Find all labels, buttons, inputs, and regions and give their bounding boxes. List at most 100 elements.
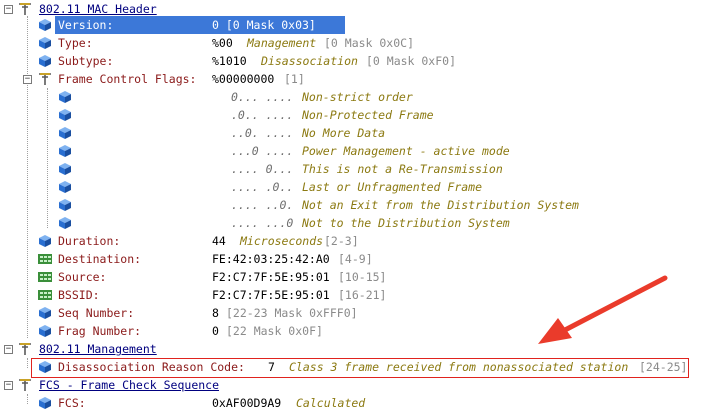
cube-icon bbox=[38, 18, 52, 32]
flag-text: Last or Unfragmented Frame bbox=[302, 180, 483, 194]
field-range: [10-15] bbox=[338, 270, 387, 284]
cube-icon bbox=[38, 324, 52, 338]
flag-row[interactable]: ...0 .... Power Management - active mode bbox=[0, 142, 721, 160]
field-seq-number[interactable]: Seq Number: 8 [22-23 Mask 0xFFF0] bbox=[0, 304, 721, 322]
field-range: [22 Mask 0x0F] bbox=[226, 324, 323, 338]
field-name: Version: bbox=[58, 18, 114, 32]
field-name: Subtype: bbox=[58, 54, 114, 68]
tree-node-fcs[interactable]: − FCS - Frame Check Sequence bbox=[0, 376, 721, 394]
collapse-toggle[interactable]: − bbox=[4, 5, 13, 14]
field-type[interactable]: Type: %00 Management [0 Mask 0x0C] bbox=[0, 34, 721, 52]
section-title: FCS - Frame Check Sequence bbox=[39, 378, 220, 392]
cube-icon bbox=[38, 396, 52, 410]
flag-bits: .0.. .... bbox=[231, 108, 294, 122]
field-value: FE:42:03:25:42:A0 bbox=[212, 252, 330, 266]
flag-row[interactable]: .... ..0. Not an Exit from the Distribut… bbox=[0, 196, 721, 214]
field-description: Class 3 frame received from nonassociate… bbox=[289, 360, 629, 374]
field-range: [0 Mask 0x0C] bbox=[324, 36, 415, 50]
collapse-toggle[interactable]: − bbox=[23, 75, 32, 84]
flag-text: This is not a Re-Transmission bbox=[302, 162, 503, 176]
field-name: Frame Control Flags: bbox=[58, 72, 197, 86]
field-version[interactable]: Version: 0 [0 Mask 0x03] bbox=[0, 16, 721, 34]
flag-row[interactable]: .... 0... This is not a Re-Transmission bbox=[0, 160, 721, 178]
field-name: FCS: bbox=[58, 396, 86, 410]
branch-icon bbox=[18, 378, 32, 392]
field-description: Calculated bbox=[296, 396, 366, 410]
field-value: 8 bbox=[212, 306, 219, 320]
field-value: %00000000 bbox=[212, 72, 275, 86]
flag-bits: .... 0... bbox=[231, 162, 294, 176]
tree-node-frame-control-flags[interactable]: − Frame Control Flags: %00000000 [1] bbox=[0, 70, 721, 88]
network-address-icon bbox=[37, 288, 52, 302]
flag-row[interactable]: ..0. .... No More Data bbox=[0, 124, 721, 142]
tree-node-management[interactable]: − 802.11 Management bbox=[0, 340, 721, 358]
field-description: Microseconds bbox=[240, 234, 324, 248]
field-value: 0 [0 Mask 0x03] bbox=[212, 18, 316, 32]
flag-bits: .... ...0 bbox=[231, 216, 294, 230]
field-name: Duration: bbox=[58, 234, 121, 248]
field-value: %00 bbox=[212, 36, 233, 50]
field-range: [1] bbox=[284, 72, 305, 86]
flag-text: Non-Protected Frame bbox=[302, 108, 434, 122]
branch-icon bbox=[18, 342, 32, 356]
flag-row[interactable]: .... ...0 Not to the Distribution System bbox=[0, 214, 721, 232]
field-value: F2:C7:7F:5E:95:01 bbox=[212, 270, 330, 284]
cube-icon bbox=[58, 198, 72, 212]
branch-icon bbox=[38, 72, 52, 86]
cube-icon bbox=[58, 126, 72, 140]
field-value: 7 bbox=[268, 360, 275, 374]
field-range: [0 Mask 0xF0] bbox=[366, 54, 457, 68]
flag-bits: .... .0.. bbox=[231, 180, 294, 194]
collapse-toggle[interactable]: − bbox=[4, 381, 13, 390]
network-address-icon bbox=[37, 252, 52, 266]
field-range: [24-25] bbox=[639, 360, 688, 374]
cube-icon bbox=[38, 360, 52, 374]
field-value: %1010 bbox=[212, 54, 247, 68]
flag-bits: .... ..0. bbox=[231, 198, 294, 212]
flag-row[interactable]: 0... .... Non-strict order bbox=[0, 88, 721, 106]
cube-icon bbox=[58, 90, 72, 104]
collapse-toggle[interactable]: − bbox=[4, 345, 13, 354]
section-title: 802.11 Management bbox=[39, 342, 157, 356]
field-description: Management bbox=[247, 36, 317, 50]
field-name: Source: bbox=[58, 270, 107, 284]
branch-icon bbox=[18, 2, 32, 16]
cube-icon bbox=[58, 180, 72, 194]
flag-row[interactable]: .0.. .... Non-Protected Frame bbox=[0, 106, 721, 124]
field-range: [22-23 Mask 0xFFF0] bbox=[226, 306, 358, 320]
field-reason-code[interactable]: Disassociation Reason Code: 7 Class 3 fr… bbox=[0, 358, 721, 376]
field-value: F2:C7:7F:5E:95:01 bbox=[212, 288, 330, 302]
flag-text: Non-strict order bbox=[302, 90, 413, 104]
field-value: 0 bbox=[212, 324, 219, 338]
field-name: Type: bbox=[58, 36, 93, 50]
field-destination[interactable]: Destination: FE:42:03:25:42:A0 [4-9] bbox=[0, 250, 721, 268]
cube-icon bbox=[38, 36, 52, 50]
cube-icon bbox=[38, 234, 52, 248]
field-duration[interactable]: Duration: 44 Microseconds [2-3] bbox=[0, 232, 721, 250]
cube-icon bbox=[58, 108, 72, 122]
field-fcs[interactable]: FCS: 0xAF00D9A9 Calculated bbox=[0, 394, 721, 412]
field-name: Disassociation Reason Code: bbox=[58, 360, 245, 374]
field-name: Destination: bbox=[58, 252, 142, 266]
field-name: Seq Number: bbox=[58, 306, 135, 320]
field-value: 0xAF00D9A9 bbox=[212, 396, 282, 410]
flag-row[interactable]: .... .0.. Last or Unfragmented Frame bbox=[0, 178, 721, 196]
network-address-icon bbox=[37, 270, 52, 284]
flag-text: Not an Exit from the Distribution System bbox=[302, 198, 579, 212]
cube-icon bbox=[38, 54, 52, 68]
flag-bits: ..0. .... bbox=[231, 126, 294, 140]
field-name: BSSID: bbox=[58, 288, 100, 302]
field-frag-number[interactable]: Frag Number: 0 [22 Mask 0x0F] bbox=[0, 322, 721, 340]
field-subtype[interactable]: Subtype: %1010 Disassociation [0 Mask 0x… bbox=[0, 52, 721, 70]
field-source[interactable]: Source: F2:C7:7F:5E:95:01 [10-15] bbox=[0, 268, 721, 286]
field-value: 44 bbox=[212, 234, 226, 248]
cube-icon bbox=[58, 144, 72, 158]
flag-text: Not to the Distribution System bbox=[302, 216, 510, 230]
field-bssid[interactable]: BSSID: F2:C7:7F:5E:95:01 [16-21] bbox=[0, 286, 721, 304]
flag-bits: ...0 .... bbox=[231, 144, 294, 158]
field-range: [2-3] bbox=[324, 234, 359, 248]
field-range: [4-9] bbox=[338, 252, 373, 266]
field-range: [16-21] bbox=[338, 288, 387, 302]
field-description: Disassociation bbox=[261, 54, 358, 68]
cube-icon bbox=[38, 306, 52, 320]
